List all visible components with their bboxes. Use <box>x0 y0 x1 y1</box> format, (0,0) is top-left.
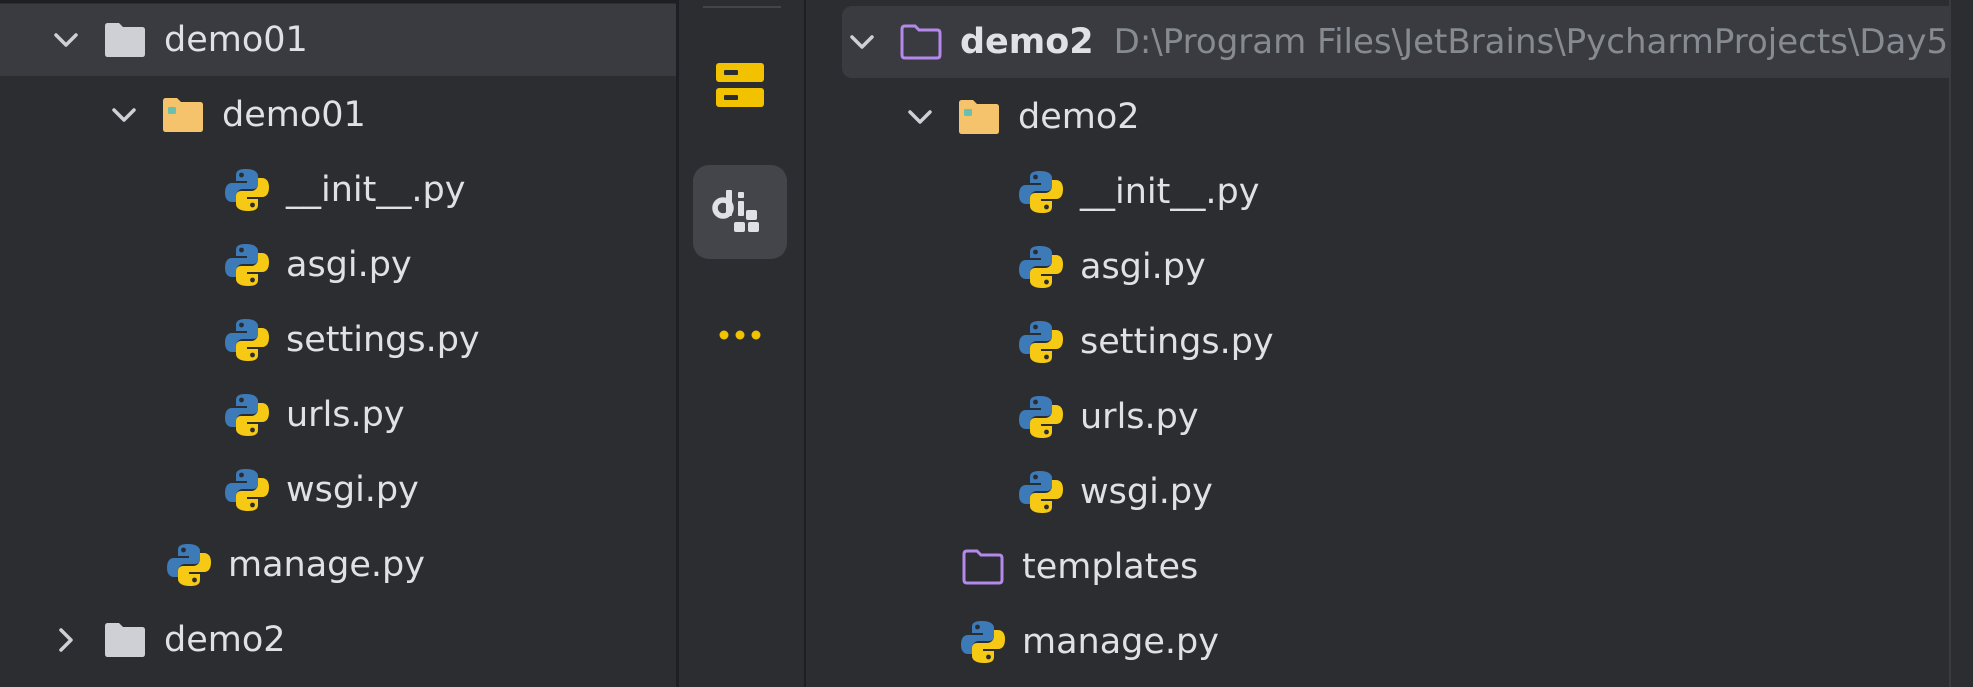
python-file-icon <box>1018 319 1064 365</box>
tree-item-label: demo2 <box>164 620 286 660</box>
tree-item-label: demo01 <box>222 95 366 135</box>
python-file-icon <box>224 467 270 513</box>
database-tool-button[interactable] <box>693 40 787 134</box>
python-file-icon <box>166 542 212 588</box>
python-file-icon <box>224 317 270 363</box>
tree-item-label: settings.py <box>286 320 480 360</box>
folder-icon <box>102 17 148 63</box>
project-tool-window: demo01 demo01 __init__.py asgi.py settin… <box>0 0 1973 687</box>
tree-item-label: wsgi.py <box>286 470 419 510</box>
tree-row-init-py[interactable]: __init__.py <box>806 156 1259 228</box>
tree-row-demo01-package[interactable]: demo01 <box>0 79 366 151</box>
right-project-tree: demo2 D:\Program Files\JetBrains\Pycharm… <box>806 0 1949 687</box>
tree-item-label: asgi.py <box>286 245 412 285</box>
tree-row-manage-py[interactable]: manage.py <box>0 529 425 601</box>
python-file-icon <box>1018 244 1064 290</box>
tree-row-wsgi-py[interactable]: wsgi.py <box>0 454 419 526</box>
chevron-down-icon[interactable] <box>900 97 940 137</box>
tree-row-demo2-root[interactable]: demo2 D:\Program Files\JetBrains\Pycharm… <box>806 6 1949 78</box>
tree-item-label: templates <box>1022 547 1199 587</box>
tree-row-init-py[interactable]: __init__.py <box>0 154 465 226</box>
tree-row-demo01-root[interactable]: demo01 <box>0 4 308 76</box>
more-tools-button[interactable] <box>693 290 787 384</box>
python-file-icon <box>224 167 270 213</box>
tree-row-settings-py[interactable]: settings.py <box>0 304 480 376</box>
vertical-scrollbar[interactable] <box>1949 0 1973 687</box>
package-folder-icon <box>956 94 1002 140</box>
tree-row-settings-py[interactable]: settings.py <box>806 306 1274 378</box>
tree-item-label: __init__.py <box>1080 172 1260 212</box>
tree-row-demo2-collapsed[interactable]: demo2 <box>0 604 286 676</box>
tree-row-urls-py[interactable]: urls.py <box>806 381 1199 453</box>
chevron-down-icon[interactable] <box>46 20 86 60</box>
tree-item-label: urls.py <box>1080 397 1199 437</box>
panel-top-border <box>0 0 676 3</box>
tree-item-label: manage.py <box>1022 622 1219 662</box>
tree-item-label: wsgi.py <box>1080 472 1213 512</box>
templates-folder-icon <box>960 544 1006 590</box>
project-root-label: demo2 <box>960 22 1094 62</box>
tree-row-wsgi-py[interactable]: wsgi.py <box>806 456 1213 528</box>
python-file-icon <box>224 242 270 288</box>
python-file-icon <box>960 619 1006 665</box>
tree-row-demo2-package[interactable]: demo2 <box>806 81 1140 153</box>
tool-window-strip <box>679 0 804 687</box>
tree-row-manage-py[interactable]: manage.py <box>806 606 1219 678</box>
strip-separator <box>703 6 781 8</box>
project-path: D:\Program Files\JetBrains\PycharmProjec… <box>1113 22 1949 62</box>
python-file-icon <box>224 392 270 438</box>
left-project-tree: demo01 demo01 __init__.py asgi.py settin… <box>0 0 676 687</box>
tree-item-label: asgi.py <box>1080 247 1206 287</box>
django-icon <box>710 180 770 244</box>
python-file-icon <box>1018 394 1064 440</box>
django-tool-button[interactable] <box>693 165 787 259</box>
tree-row-templates[interactable]: templates <box>806 531 1198 603</box>
folder-icon <box>102 617 148 663</box>
tree-row-asgi-py[interactable]: asgi.py <box>806 231 1206 303</box>
tree-item-label: __init__.py <box>286 170 466 210</box>
package-folder-icon <box>160 92 206 138</box>
tree-item-label: urls.py <box>286 395 405 435</box>
python-file-icon <box>1018 469 1064 515</box>
database-icon <box>715 60 765 114</box>
tree-item-label: settings.py <box>1080 322 1274 362</box>
chevron-right-icon[interactable] <box>46 620 86 660</box>
tree-row-urls-py[interactable]: urls.py <box>0 379 405 451</box>
tree-item-label: manage.py <box>228 545 425 585</box>
chevron-down-icon[interactable] <box>104 95 144 135</box>
project-folder-icon <box>898 19 944 65</box>
more-icon <box>717 325 763 349</box>
tree-item-label: demo2 <box>1018 97 1140 137</box>
tree-item-label: demo01 <box>164 20 308 60</box>
tree-row-asgi-py[interactable]: asgi.py <box>0 229 412 301</box>
python-file-icon <box>1018 169 1064 215</box>
chevron-down-icon[interactable] <box>842 22 882 62</box>
